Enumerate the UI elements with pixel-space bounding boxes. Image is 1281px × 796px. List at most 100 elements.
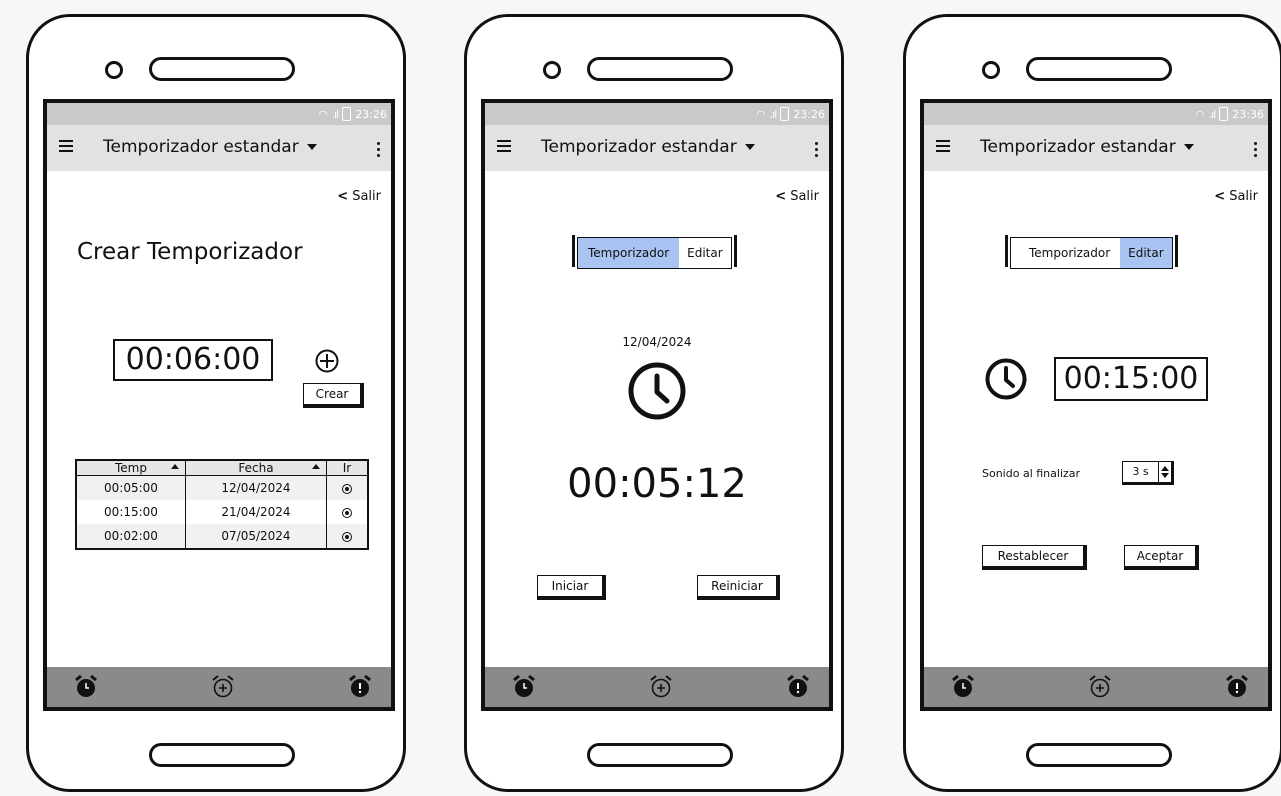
- bottom-nav: [485, 667, 829, 707]
- alarm-alert-icon[interactable]: [1224, 674, 1250, 700]
- chevron-down-icon: [306, 144, 317, 150]
- wifi-icon: ◠: [318, 107, 328, 121]
- screen-timer: ◠ .ıl 23:26 Temporizador estandar < Salir…: [481, 99, 833, 711]
- cell-temp: 00:05:00: [76, 475, 186, 500]
- app-title: Temporizador estandar: [980, 137, 1176, 157]
- aceptar-button[interactable]: Aceptar: [1124, 545, 1199, 570]
- clock-icon: [627, 361, 687, 421]
- battery-icon: [342, 107, 352, 121]
- go-radio[interactable]: [326, 500, 368, 524]
- status-time: 23:26: [355, 107, 387, 121]
- timer-input[interactable]: 00:06:00: [113, 339, 273, 381]
- screen-edit: ◠ .ıl 23:36 Temporizador estandar < Salir…: [920, 99, 1272, 711]
- chevron-down-icon: [744, 144, 755, 150]
- home-button[interactable]: [149, 743, 295, 767]
- speaker: [1026, 57, 1172, 81]
- timer-input[interactable]: 00:15:00: [1054, 357, 1208, 401]
- chevron-down-icon: [1183, 144, 1194, 150]
- status-time: 23:36: [1232, 107, 1264, 121]
- sound-label: Sonido al finalizar: [982, 467, 1081, 480]
- salir-label: Salir: [1229, 189, 1258, 204]
- sort-asc-icon: [312, 464, 320, 469]
- table-row: 00:15:00 21/04/2024: [76, 500, 368, 524]
- kebab-icon[interactable]: [1254, 142, 1258, 157]
- wifi-icon: ◠: [756, 107, 766, 121]
- signal-icon: .ıl: [1208, 107, 1217, 121]
- radio-icon: [342, 483, 352, 494]
- phone-frame-timer: ◠ .ıl 23:26 Temporizador estandar < Salir…: [464, 14, 844, 792]
- alarm-alert-icon[interactable]: [785, 674, 811, 700]
- salir-button[interactable]: < Salir: [337, 189, 381, 204]
- sound-stepper[interactable]: 3 s: [1122, 461, 1174, 485]
- cell-fecha: 12/04/2024: [185, 475, 327, 500]
- battery-icon: [780, 107, 790, 121]
- alarm-icon[interactable]: [73, 674, 99, 700]
- salir-button[interactable]: < Salir: [775, 189, 819, 204]
- kebab-icon[interactable]: [377, 142, 381, 157]
- app-bar: Temporizador estandar: [47, 125, 391, 171]
- table-row: 00:05:00 12/04/2024: [76, 475, 368, 500]
- cell-temp: 00:15:00: [76, 500, 186, 524]
- chevron-left-icon: <: [775, 189, 787, 204]
- bottom-nav: [924, 667, 1268, 707]
- tab-temporizador[interactable]: Temporizador: [578, 238, 680, 268]
- crear-button[interactable]: Crear: [303, 383, 364, 408]
- wifi-icon: ◠: [1195, 107, 1205, 121]
- salir-label: Salir: [790, 189, 819, 204]
- iniciar-button[interactable]: Iniciar: [537, 575, 606, 600]
- timer-date: 12/04/2024: [622, 335, 692, 349]
- alarm-add-icon[interactable]: [648, 674, 674, 700]
- home-button[interactable]: [587, 743, 733, 767]
- mode-segmented-control: Temporizador Editar: [1005, 235, 1178, 269]
- signal-icon: .ıl: [769, 107, 778, 121]
- hamburger-icon[interactable]: [59, 140, 73, 152]
- alarm-alert-icon[interactable]: [347, 674, 373, 700]
- alarm-add-icon[interactable]: [210, 674, 236, 700]
- signal-icon: .ıl: [331, 107, 340, 121]
- page-title: Crear Temporizador: [77, 239, 303, 265]
- cell-temp: 00:02:00: [76, 524, 186, 549]
- camera: [543, 61, 561, 79]
- stepper-arrows-icon[interactable]: [1158, 462, 1171, 482]
- alarm-add-icon[interactable]: [1087, 674, 1113, 700]
- column-header-ir: Ir: [326, 460, 368, 476]
- tab-temporizador[interactable]: Temporizador: [1011, 238, 1120, 268]
- tab-editar[interactable]: Editar: [679, 238, 731, 268]
- go-radio[interactable]: [326, 524, 368, 549]
- plus-circle-icon[interactable]: [315, 349, 339, 373]
- clock-icon: [984, 357, 1028, 401]
- go-radio[interactable]: [326, 475, 368, 500]
- status-bar: ◠ .ıl 23:26: [485, 103, 829, 125]
- home-button[interactable]: [1026, 743, 1172, 767]
- status-time: 23:26: [793, 107, 825, 121]
- column-header-temp[interactable]: Temp: [76, 460, 186, 476]
- hamburger-icon[interactable]: [497, 140, 511, 152]
- countdown-display: 00:05:12: [567, 461, 747, 507]
- radio-icon: [342, 531, 352, 542]
- cell-fecha: 21/04/2024: [185, 500, 327, 524]
- reiniciar-button[interactable]: Reiniciar: [697, 575, 780, 600]
- tab-editar[interactable]: Editar: [1120, 238, 1172, 268]
- sound-value: 3 s: [1132, 465, 1149, 478]
- app-title-dropdown[interactable]: Temporizador estandar: [103, 137, 317, 157]
- chevron-left-icon: <: [1214, 189, 1226, 204]
- app-title-dropdown[interactable]: Temporizador estandar: [980, 137, 1194, 157]
- cell-fecha: 07/05/2024: [185, 524, 327, 549]
- camera: [982, 61, 1000, 79]
- app-title: Temporizador estandar: [103, 137, 299, 157]
- phone-frame-edit: ◠ .ıl 23:36 Temporizador estandar < Salir…: [903, 14, 1281, 792]
- kebab-icon[interactable]: [815, 142, 819, 157]
- speaker: [587, 57, 733, 81]
- app-bar: Temporizador estandar: [924, 125, 1268, 171]
- alarm-icon[interactable]: [950, 674, 976, 700]
- alarm-icon[interactable]: [511, 674, 537, 700]
- hamburger-icon[interactable]: [936, 140, 950, 152]
- radio-icon: [342, 507, 352, 518]
- column-header-fecha[interactable]: Fecha: [185, 460, 327, 476]
- restablecer-button[interactable]: Restablecer: [982, 545, 1087, 570]
- status-bar: ◠ .ıl 23:36: [924, 103, 1268, 125]
- app-title: Temporizador estandar: [541, 137, 737, 157]
- salir-button[interactable]: < Salir: [1214, 189, 1258, 204]
- app-title-dropdown[interactable]: Temporizador estandar: [541, 137, 755, 157]
- speaker: [149, 57, 295, 81]
